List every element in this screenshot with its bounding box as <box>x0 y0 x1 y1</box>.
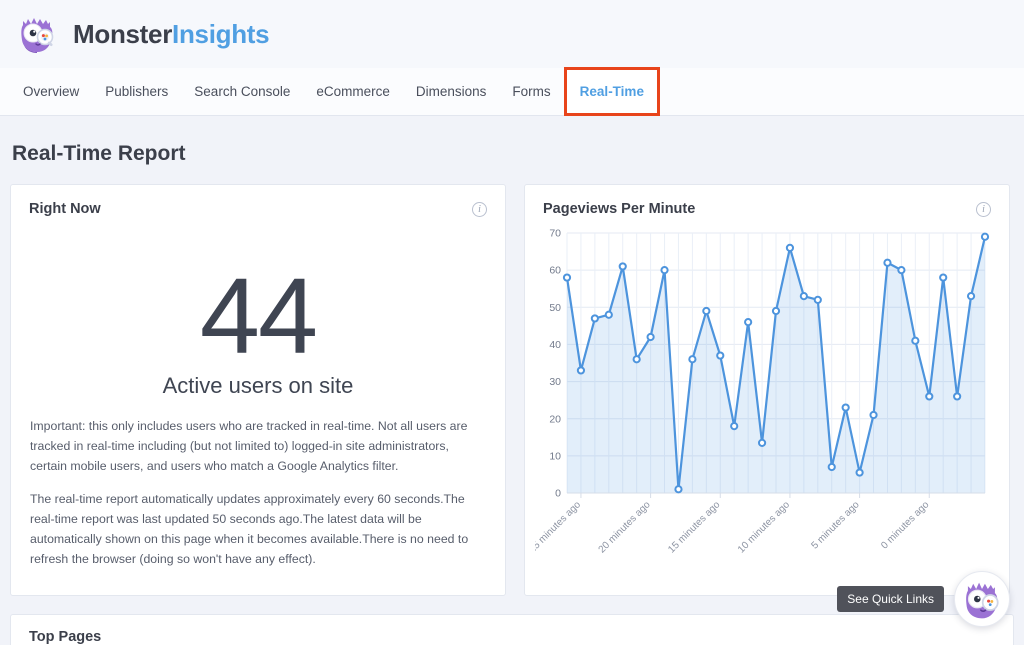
chart-data-point[interactable] <box>634 356 640 362</box>
chart-data-point[interactable] <box>689 356 695 362</box>
chart-data-point[interactable] <box>954 393 960 399</box>
nav-item-real-time[interactable]: Real-Time <box>564 67 660 116</box>
chart-data-point[interactable] <box>592 315 598 321</box>
pageviews-per-minute-card: Pageviews Per Minute i 0 10 20 30 40 50 60 70 25… <box>524 184 1010 596</box>
pageviews-card-header: Pageviews Per Minute i <box>525 185 1009 225</box>
y-axis-tick: 60 <box>549 265 561 277</box>
pageviews-chart-svg: 0 10 20 30 40 50 60 70 25 minutes ago 20 minutes … <box>535 225 997 585</box>
nav-item-overview[interactable]: Overview <box>10 68 92 115</box>
right-now-paragraph-2: The real-time report automatically updat… <box>11 490 505 570</box>
chart-data-point[interactable] <box>968 293 974 299</box>
nav-item-ecommerce[interactable]: eCommerce <box>303 68 403 115</box>
pageviews-chart: 0 10 20 30 40 50 60 70 25 minutes ago 20 minutes … <box>525 225 1009 585</box>
x-axis-tick: 25 minutes ago <box>535 499 583 555</box>
chart-data-point[interactable] <box>940 274 946 280</box>
chart-data-point[interactable] <box>661 267 667 273</box>
main-navigation: Overview Publishers Search Console eComm… <box>0 68 1024 116</box>
x-axis-tick: 0 minutes ago <box>879 499 932 552</box>
chart-data-point[interactable] <box>843 404 849 410</box>
chart-data-point[interactable] <box>759 440 765 446</box>
page-content: Real-Time Report Right Now i 44 Active u… <box>0 116 1024 645</box>
chart-data-point[interactable] <box>564 274 570 280</box>
right-now-card-header: Right Now i <box>11 185 505 225</box>
y-axis-tick: 0 <box>555 488 561 500</box>
right-now-card: Right Now i 44 Active users on site Impo… <box>10 184 506 596</box>
chart-data-point[interactable] <box>829 464 835 470</box>
quick-links-button[interactable] <box>954 571 1010 627</box>
chart-data-point[interactable] <box>815 297 821 303</box>
x-axis-tick: 10 minutes ago <box>736 499 792 555</box>
info-icon[interactable]: i <box>472 202 487 217</box>
brand-wordmark: MonsterInsights <box>73 19 269 50</box>
right-now-paragraph-1: Important: this only includes users who … <box>11 417 505 477</box>
chart-data-point[interactable] <box>884 260 890 266</box>
page-title: Real-Time Report <box>10 116 1014 184</box>
chart-data-point[interactable] <box>578 367 584 373</box>
chart-data-point[interactable] <box>703 308 709 314</box>
quick-links-widget: See Quick Links <box>837 571 1010 627</box>
nav-item-search-console[interactable]: Search Console <box>181 68 303 115</box>
nav-item-forms[interactable]: Forms <box>499 68 563 115</box>
active-users-label: Active users on site <box>11 371 505 417</box>
brand-name-first: Monster <box>73 19 172 49</box>
chart-data-point[interactable] <box>620 263 626 269</box>
chart-data-point[interactable] <box>731 423 737 429</box>
chart-data-point[interactable] <box>870 412 876 418</box>
chart-data-point[interactable] <box>982 234 988 240</box>
x-axis-tick: 20 minutes ago <box>597 499 653 555</box>
nav-item-dimensions[interactable]: Dimensions <box>403 68 500 115</box>
chart-data-point[interactable] <box>773 308 779 314</box>
x-axis-tick: 5 minutes ago <box>810 499 863 552</box>
chart-data-point[interactable] <box>648 334 654 340</box>
y-axis-tick: 20 <box>549 413 561 425</box>
cards-row: Right Now i 44 Active users on site Impo… <box>10 184 1014 596</box>
chart-data-point[interactable] <box>745 319 751 325</box>
nav-item-publishers[interactable]: Publishers <box>92 68 181 115</box>
y-axis-tick: 30 <box>549 376 561 388</box>
pageviews-title: Pageviews Per Minute <box>543 201 695 217</box>
info-icon[interactable]: i <box>976 202 991 217</box>
chart-data-point[interactable] <box>787 245 793 251</box>
chart-data-point[interactable] <box>926 393 932 399</box>
x-axis-tick: 15 minutes ago <box>666 499 722 555</box>
app-header: MonsterInsights <box>0 0 1024 68</box>
y-axis-tick: 70 <box>549 228 561 240</box>
chart-data-point[interactable] <box>717 352 723 358</box>
active-users-value: 44 <box>11 225 505 371</box>
chart-data-point[interactable] <box>606 312 612 318</box>
y-axis-tick: 10 <box>549 450 561 462</box>
quick-links-tooltip: See Quick Links <box>837 586 944 612</box>
chart-data-point[interactable] <box>857 469 863 475</box>
chart-data-point[interactable] <box>675 486 681 492</box>
brand-name-second: Insights <box>172 19 269 49</box>
chart-data-point[interactable] <box>801 293 807 299</box>
chart-data-point[interactable] <box>912 338 918 344</box>
top-pages-title: Top Pages <box>29 629 101 645</box>
y-axis-tick: 50 <box>549 302 561 314</box>
monster-mascot-icon <box>14 11 60 57</box>
chart-data-point[interactable] <box>898 267 904 273</box>
right-now-title: Right Now <box>29 201 101 217</box>
y-axis-tick: 40 <box>549 339 561 351</box>
